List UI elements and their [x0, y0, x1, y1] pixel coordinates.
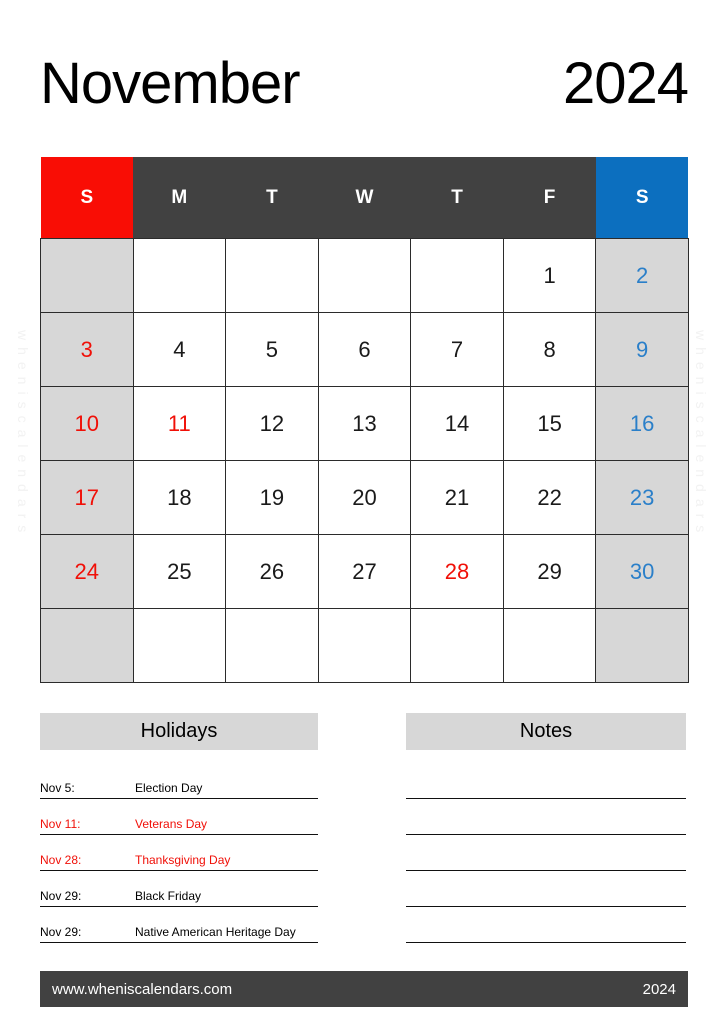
day-cell[interactable]: 23: [595, 460, 689, 535]
weekday-header-0: S: [40, 157, 134, 239]
day-cell[interactable]: 14: [410, 386, 504, 461]
day-cell[interactable]: 1: [502, 238, 597, 313]
holiday-row: Nov 28: Thanksgiving Day: [40, 835, 318, 871]
day-cell[interactable]: 11: [132, 386, 227, 461]
day-cell-empty: [132, 238, 227, 313]
day-cell-empty: [40, 238, 134, 313]
notes-line[interactable]: [406, 763, 686, 799]
holiday-date: Nov 11:: [40, 817, 81, 831]
weekday-header-4: T: [410, 157, 504, 239]
calendar-grid: SMTWTFS 1 2 3 4 5 6 7 8 9 10 11 12 13 14 15 16 17 18 19 20 2…: [40, 157, 689, 683]
holiday-name: Veterans Day: [135, 817, 208, 831]
holiday-row: Nov 11: Veterans Day: [40, 799, 318, 835]
calendar-week-row: [40, 608, 689, 683]
title-year: 2024: [562, 51, 689, 116]
holiday-name: Native American Heritage Day: [135, 925, 296, 939]
calendar-week-row: 12: [40, 238, 689, 313]
notes-lines: [406, 763, 686, 943]
footer-bar: www.wheniscalendars.com 2024: [40, 971, 688, 1007]
weekday-header-1: M: [133, 157, 226, 239]
day-cell[interactable]: 16: [595, 386, 689, 461]
day-cell[interactable]: 25: [132, 534, 227, 609]
day-cell[interactable]: 18: [132, 460, 227, 535]
holidays-title: Holidays: [40, 713, 318, 750]
day-cell-empty: [132, 608, 227, 683]
footer-year: 2024: [642, 980, 676, 998]
day-cell[interactable]: 17: [40, 460, 134, 535]
day-cell[interactable]: 8: [502, 312, 597, 387]
day-cell[interactable]: 5: [225, 312, 319, 387]
calendar-week-row: 17 18 19 20 21 22 23: [40, 460, 689, 535]
watermark-left: wheniscalendars: [15, 330, 31, 540]
day-cell-empty: [595, 608, 689, 683]
notes-panel: Notes: [406, 713, 686, 943]
day-cell[interactable]: 2: [595, 238, 689, 313]
holiday-date: Nov 29:: [40, 889, 82, 903]
day-cell-empty: [410, 238, 504, 313]
day-cell[interactable]: 29: [502, 534, 597, 609]
day-cell[interactable]: 30: [595, 534, 689, 609]
holiday-date: Nov 5:: [40, 781, 75, 795]
holiday-name: Thanksgiving Day: [135, 853, 231, 867]
calendar-header-row: SMTWTFS: [40, 157, 689, 239]
holiday-date: Nov 29:: [40, 925, 82, 939]
holiday-name: Black Friday: [135, 889, 202, 903]
notes-line[interactable]: [406, 835, 686, 871]
holidays-panel: Holidays Nov 5: Election Day Nov 11: Vetera…: [40, 713, 318, 943]
day-cell-empty: [225, 238, 319, 313]
holidays-list: Nov 5: Election Day Nov 11: Veterans Day Nov…: [40, 763, 318, 943]
weekday-header-2: T: [225, 157, 319, 239]
calendar-week-row: 3456789: [40, 312, 689, 387]
day-cell[interactable]: 24: [40, 534, 134, 609]
holiday-date: Nov 28:: [40, 853, 82, 867]
day-cell-empty: [410, 608, 504, 683]
weekday-header-6: S: [595, 157, 689, 239]
day-cell-empty: [317, 238, 412, 313]
day-cell[interactable]: 26: [225, 534, 319, 609]
day-cell[interactable]: 19: [225, 460, 319, 535]
holiday-row: Nov 29: Native American Heritage Day: [40, 907, 318, 943]
watermark-right: wheniscalendars: [693, 330, 709, 540]
day-cell[interactable]: 27: [317, 534, 412, 609]
notes-line[interactable]: [406, 907, 686, 943]
holiday-row: Nov 29: Black Friday: [40, 871, 318, 907]
day-cell[interactable]: 20: [317, 460, 412, 535]
page-title: November 2024: [40, 48, 689, 120]
day-cell[interactable]: 10: [40, 386, 134, 461]
day-cell[interactable]: 22: [502, 460, 597, 535]
day-cell[interactable]: 7: [410, 312, 504, 387]
notes-line[interactable]: [406, 871, 686, 907]
calendar-page: wheniscalendars wheniscalendars November…: [0, 0, 724, 1024]
day-cell[interactable]: 12: [225, 386, 319, 461]
holiday-row: Nov 5: Election Day: [40, 763, 318, 799]
day-cell-empty: [225, 608, 319, 683]
title-month: November: [40, 51, 301, 116]
calendar-week-row: 24 25 26 27 28 29 30: [40, 534, 689, 609]
day-cell-empty: [502, 608, 597, 683]
calendar-week-row: 10 11 12 13 14 15 16: [40, 386, 689, 461]
day-cell[interactable]: 28: [410, 534, 504, 609]
day-cell[interactable]: 15: [502, 386, 597, 461]
day-cell[interactable]: 13: [317, 386, 412, 461]
day-cell[interactable]: 9: [595, 312, 689, 387]
day-cell[interactable]: 3: [40, 312, 134, 387]
footer-site-url[interactable]: www.wheniscalendars.com: [52, 981, 232, 998]
day-cell[interactable]: 21: [410, 460, 504, 535]
day-cell[interactable]: 4: [132, 312, 227, 387]
notes-line[interactable]: [406, 799, 686, 835]
day-cell-empty: [317, 608, 412, 683]
weekday-header-5: F: [503, 157, 596, 239]
day-cell-empty: [40, 608, 134, 683]
weekday-header-3: W: [318, 157, 411, 239]
day-cell[interactable]: 6: [317, 312, 412, 387]
notes-title: Notes: [406, 713, 686, 750]
holiday-name: Election Day: [135, 781, 203, 795]
